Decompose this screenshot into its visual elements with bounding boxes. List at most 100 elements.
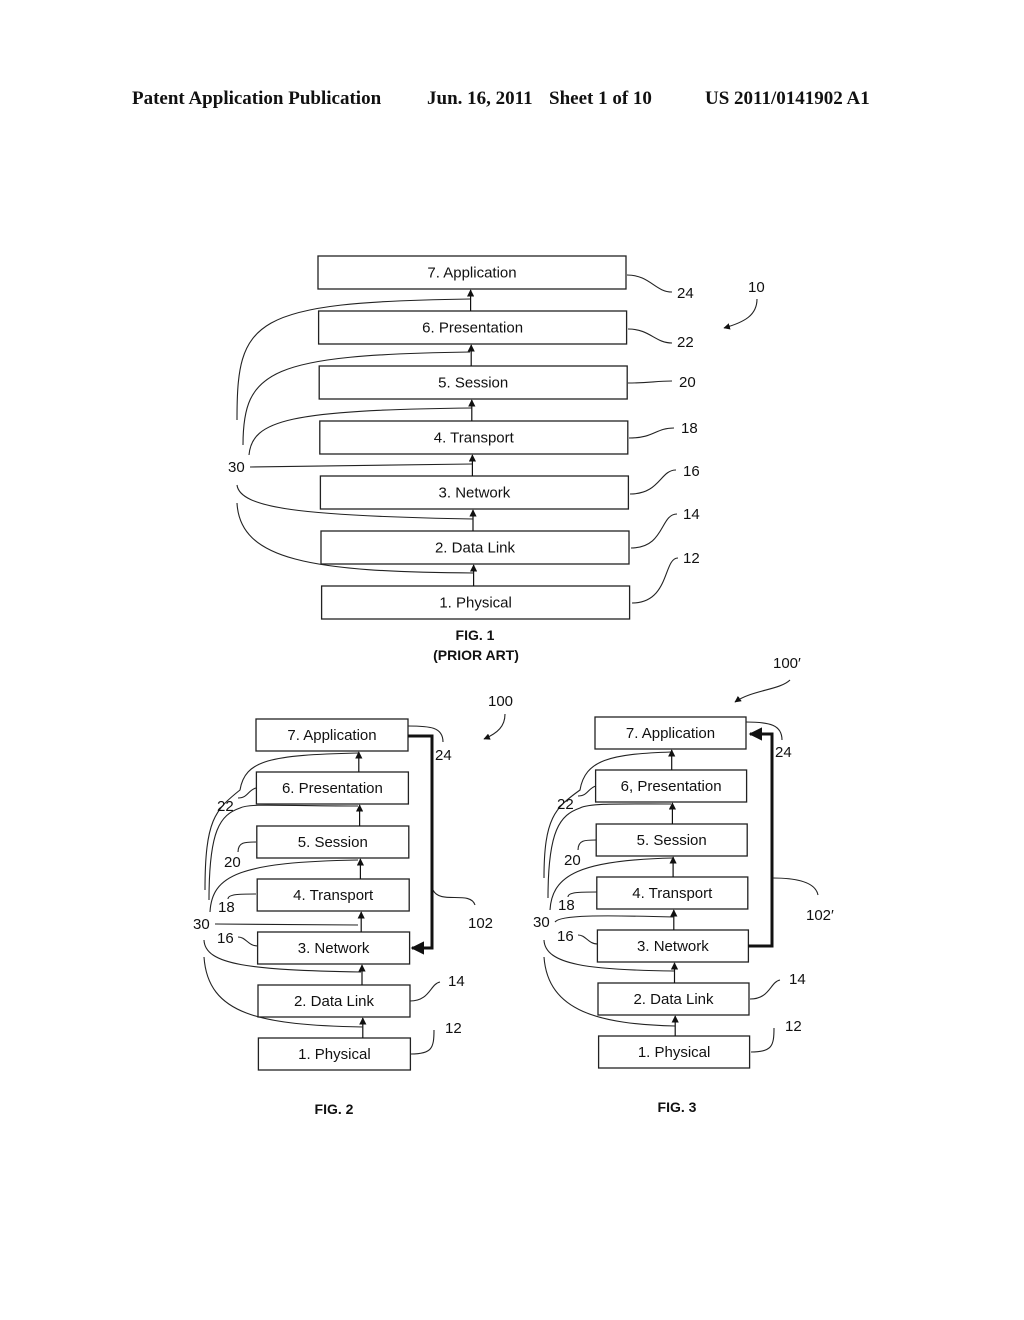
leader-16 xyxy=(577,934,599,945)
leader-22 xyxy=(237,787,257,799)
layer-label: 3. Network xyxy=(298,940,370,957)
ref-14: 14 xyxy=(683,506,700,523)
layer-network: 3. Network xyxy=(256,931,411,965)
bypass-line xyxy=(214,923,359,926)
figure-pointer-arrow xyxy=(723,298,758,330)
ref-16: 16 xyxy=(683,463,700,480)
layer-physical: 1. Physical xyxy=(320,585,631,620)
leader-20 xyxy=(237,841,257,853)
ref-20: 20 xyxy=(679,374,696,391)
layer-data-link: 2. Data Link xyxy=(320,530,630,565)
layer-label: 3. Network xyxy=(637,938,709,955)
ref-24: 24 xyxy=(677,285,694,302)
ref-12: 12 xyxy=(445,1020,462,1037)
layer-application: 7. Application xyxy=(255,718,409,752)
layer-application: 7. Application xyxy=(317,255,627,290)
layer-label: 4. Transport xyxy=(632,885,713,902)
figure-2: 7. Application 6. Presentation 5. Session 4… xyxy=(193,693,513,1117)
layer-label: 2. Data Link xyxy=(435,540,516,557)
leader-24 xyxy=(745,721,783,741)
layer-network: 3. Network xyxy=(319,475,630,510)
leader-20 xyxy=(577,839,597,851)
ref-18: 18 xyxy=(558,897,575,914)
figure-pointer-arrow xyxy=(734,679,791,703)
figure-1: 7. Application 6. Presentation 5. Session 4… xyxy=(228,255,765,663)
leader-16 xyxy=(237,936,259,947)
layer-application: 7. Application xyxy=(594,716,747,750)
layer-label: 1. Physical xyxy=(638,1044,711,1061)
ref-102-prime: 102′ xyxy=(806,907,834,924)
layer-data-link: 2. Data Link xyxy=(257,984,411,1018)
layer-presentation: 6. Presentation xyxy=(317,310,628,345)
layer-physical: 1. Physical xyxy=(597,1035,751,1069)
shortcut-arrow-102 xyxy=(408,734,434,955)
layer-session: 5. Session xyxy=(595,823,748,857)
ref-18: 18 xyxy=(681,420,698,437)
bypass-line xyxy=(249,463,473,468)
patent-drawing: 7. Application 6. Presentation 5. Session 4… xyxy=(193,255,834,1117)
layer-label: 2. Data Link xyxy=(294,993,375,1010)
figure-pointer-arrow xyxy=(483,713,506,740)
fig3-caption: FIG. 3 xyxy=(658,1099,697,1115)
layer-label: 6, Presentation xyxy=(621,778,722,795)
layer-label: 1. Physical xyxy=(298,1046,371,1063)
layer-transport: 4. Transport xyxy=(256,878,410,912)
layer-label: 4. Transport xyxy=(293,887,374,904)
layer-data-link: 2. Data Link xyxy=(597,982,750,1016)
ref-16: 16 xyxy=(557,928,574,945)
ref-12: 12 xyxy=(683,550,700,567)
ref-20: 20 xyxy=(564,852,581,869)
ref-14: 14 xyxy=(789,971,806,988)
shortcut-arrow-102-prime xyxy=(748,727,774,948)
bypass-line xyxy=(554,915,675,923)
leader-14 xyxy=(409,981,441,1002)
figure-3: 7. Application 6, Presentation 5. Session 4… xyxy=(533,655,834,1115)
fig3-ref-number: 100′ xyxy=(773,655,801,672)
ref-22: 22 xyxy=(217,798,234,815)
fig2-caption: FIG. 2 xyxy=(315,1101,354,1117)
fig1-caption: FIG. 1 xyxy=(456,627,495,643)
layer-label: 7. Application xyxy=(427,265,516,282)
ref-12: 12 xyxy=(785,1018,802,1035)
leader-102 xyxy=(432,889,476,906)
layer-transport: 4. Transport xyxy=(319,420,629,455)
layer-label: 6. Presentation xyxy=(422,320,523,337)
layer-network: 3. Network xyxy=(596,929,750,963)
layer-label: 7. Application xyxy=(626,725,715,742)
layer-label: 5. Session xyxy=(298,834,368,851)
leader-12 xyxy=(631,557,679,604)
ref-18: 18 xyxy=(218,899,235,916)
fig1-subcaption: (PRIOR ART) xyxy=(433,647,519,663)
leader-12 xyxy=(750,1027,775,1053)
leader-20 xyxy=(627,380,673,384)
layer-label: 6. Presentation xyxy=(282,780,383,797)
layer-session: 5. Session xyxy=(256,825,410,859)
leader-102-prime xyxy=(772,877,819,896)
fig1-ref-number: 10 xyxy=(748,279,765,296)
layer-label: 4. Transport xyxy=(434,430,515,447)
ref-102: 102 xyxy=(468,915,493,932)
layer-label: 5. Session xyxy=(438,375,508,392)
layer-label: 2. Data Link xyxy=(633,991,714,1008)
leader-22 xyxy=(627,328,673,344)
layer-presentation: 6, Presentation xyxy=(594,769,748,803)
fig2-ref-number: 100 xyxy=(488,693,513,710)
ref-24: 24 xyxy=(435,747,452,764)
ref-22: 22 xyxy=(677,334,694,351)
leader-24 xyxy=(626,274,673,293)
ref-20: 20 xyxy=(224,854,241,871)
layer-label: 1. Physical xyxy=(439,595,512,612)
ref-30: 30 xyxy=(228,459,245,476)
ref-30: 30 xyxy=(193,916,210,933)
layer-label: 3. Network xyxy=(439,485,511,502)
layer-presentation: 6. Presentation xyxy=(255,771,410,805)
leader-14 xyxy=(749,979,781,1000)
layer-physical: 1. Physical xyxy=(257,1037,412,1071)
ref-14: 14 xyxy=(448,973,465,990)
leader-14 xyxy=(630,513,678,549)
leader-18 xyxy=(628,427,675,439)
layer-label: 7. Application xyxy=(287,727,376,744)
leader-24 xyxy=(407,725,444,743)
layer-transport: 4. Transport xyxy=(596,876,749,910)
ref-24: 24 xyxy=(775,744,792,761)
